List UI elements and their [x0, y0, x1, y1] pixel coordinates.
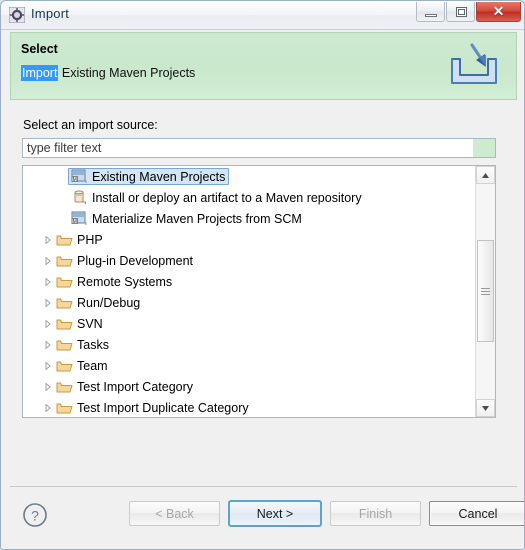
folder-icon: [55, 233, 73, 247]
folder-icon: [55, 275, 73, 289]
tree-item-label: Test Import Category: [77, 379, 194, 394]
svg-text:M: M: [73, 177, 77, 183]
close-icon: ✕: [492, 3, 505, 19]
tree-item-label: Test Import Duplicate Category: [77, 400, 249, 415]
dialog-content: Select an import source: type filter tex…: [1, 101, 524, 486]
tree-item-label: Plug-in Development: [77, 253, 194, 268]
maven-jar-icon: [70, 190, 88, 205]
tree-item-body: Install or deploy an artifact to a Maven…: [70, 190, 362, 205]
folder-icon: [55, 317, 73, 331]
tree-item-selection: M Existing Maven Projects: [68, 168, 230, 185]
folder-icon: [55, 338, 73, 352]
back-button[interactable]: < Back: [129, 501, 220, 526]
tree-item-remote-systems[interactable]: Remote Systems: [23, 271, 475, 292]
import-source-label: Select an import source:: [23, 118, 158, 132]
import-source-tree[interactable]: M Existing Maven Projects Install or deplo…: [22, 165, 496, 418]
tree-item-label: Existing Maven Projects: [92, 169, 226, 184]
finish-button[interactable]: Finish: [330, 501, 421, 526]
scroll-up-button[interactable]: [476, 166, 495, 184]
tree-item-body: PHP: [55, 233, 103, 247]
maximize-button[interactable]: [446, 2, 475, 22]
window-controls: ✕: [415, 2, 521, 22]
scroll-down-button[interactable]: [476, 399, 495, 417]
folder-icon: [55, 380, 73, 394]
scrollbar-grip-icon: [481, 286, 490, 297]
folder-icon: [55, 401, 73, 415]
tree-item-install-or-deploy-an-artifact-to-a-maven-repository[interactable]: Install or deploy an artifact to a Maven…: [23, 187, 475, 208]
cancel-button[interactable]: Cancel: [429, 501, 524, 526]
tree-item-materialize-maven-projects-from-scm[interactable]: M Materialize Maven Projects from SCM: [23, 208, 475, 229]
title-bar: Import ✕: [1, 1, 524, 30]
window-title: Import: [31, 6, 70, 21]
tree-scrollbar[interactable]: [475, 166, 495, 417]
tree-item-plug-in-development[interactable]: Plug-in Development: [23, 250, 475, 271]
expand-arrow-icon[interactable]: [40, 361, 55, 370]
tree-item-php[interactable]: PHP: [23, 229, 475, 250]
tree-item-label: SVN: [77, 316, 103, 331]
expand-arrow-icon[interactable]: [40, 256, 55, 265]
tree-item-body: SVN: [55, 317, 103, 331]
tree-item-label: Materialize Maven Projects from SCM: [92, 211, 302, 226]
banner-subtitle-rest: Existing Maven Projects: [58, 66, 196, 80]
tree-item-body: Remote Systems: [55, 275, 172, 289]
tree-item-label: Run/Debug: [77, 295, 141, 310]
scrollbar-thumb[interactable]: [477, 240, 494, 342]
expand-arrow-icon[interactable]: [40, 235, 55, 244]
wizard-banner: Select Import Existing Maven Projects: [10, 32, 517, 100]
banner-subtitle: Import Existing Maven Projects: [21, 65, 196, 81]
expand-arrow-icon[interactable]: [40, 403, 55, 412]
folder-icon: [55, 254, 73, 268]
tree-item-label: Team: [77, 358, 108, 373]
tree-item-svn[interactable]: SVN: [23, 313, 475, 334]
tree-item-body: Run/Debug: [55, 296, 140, 310]
maven-project-icon: M: [70, 211, 88, 226]
tree-item-body: Team: [55, 359, 108, 373]
wizard-button-row: < Back Next > Finish Cancel: [129, 500, 524, 527]
tree-item-run-debug[interactable]: Run/Debug: [23, 292, 475, 313]
expand-arrow-icon[interactable]: [40, 277, 55, 286]
tree-item-body: M Materialize Maven Projects from SCM: [70, 211, 302, 226]
maven-project-icon: M: [70, 169, 88, 184]
filter-input[interactable]: type filter text: [22, 138, 496, 158]
import-wizard-dialog: Import ✕ Select Import Existing Maven Pr…: [0, 0, 525, 550]
import-wizard-icon: [8, 6, 26, 24]
help-icon[interactable]: ?: [22, 502, 48, 528]
minimize-button[interactable]: [416, 2, 445, 22]
tree-item-tasks[interactable]: Tasks: [23, 334, 475, 355]
expand-arrow-icon[interactable]: [40, 298, 55, 307]
filter-placeholder: type filter text: [27, 141, 102, 155]
tree-item-label: Remote Systems: [77, 274, 173, 289]
svg-text:?: ?: [31, 508, 39, 524]
tree-item-team[interactable]: Team: [23, 355, 475, 376]
close-button[interactable]: ✕: [476, 2, 521, 22]
expand-arrow-icon[interactable]: [40, 340, 55, 349]
tree-item-existing-maven-projects[interactable]: M Existing Maven Projects: [23, 166, 475, 187]
next-button[interactable]: Next >: [228, 500, 322, 527]
filter-accent-block: [473, 139, 495, 157]
banner-subtitle-highlight: Import: [21, 65, 59, 81]
folder-icon: [55, 296, 73, 310]
tree-item-body: Tasks: [55, 338, 109, 352]
tree-item-body: Plug-in Development: [55, 254, 193, 268]
expand-arrow-icon[interactable]: [40, 319, 55, 328]
tree-item-label: Tasks: [77, 337, 109, 352]
tree-item-label: Install or deploy an artifact to a Maven…: [92, 190, 362, 205]
import-arrow-tray-icon: [446, 43, 502, 91]
expand-arrow-icon[interactable]: [40, 382, 55, 391]
svg-text:M: M: [73, 219, 77, 225]
tree-item-body: Test Import Category: [55, 380, 193, 394]
banner-title: Select: [21, 42, 58, 56]
tree-list: M Existing Maven Projects Install or deplo…: [23, 166, 475, 417]
tree-item-test-import-category[interactable]: Test Import Category: [23, 376, 475, 397]
folder-icon: [55, 359, 73, 373]
tree-item-label: PHP: [77, 232, 103, 247]
tree-item-test-import-duplicate-category[interactable]: Test Import Duplicate Category: [23, 397, 475, 417]
tree-item-body: Test Import Duplicate Category: [55, 401, 249, 415]
